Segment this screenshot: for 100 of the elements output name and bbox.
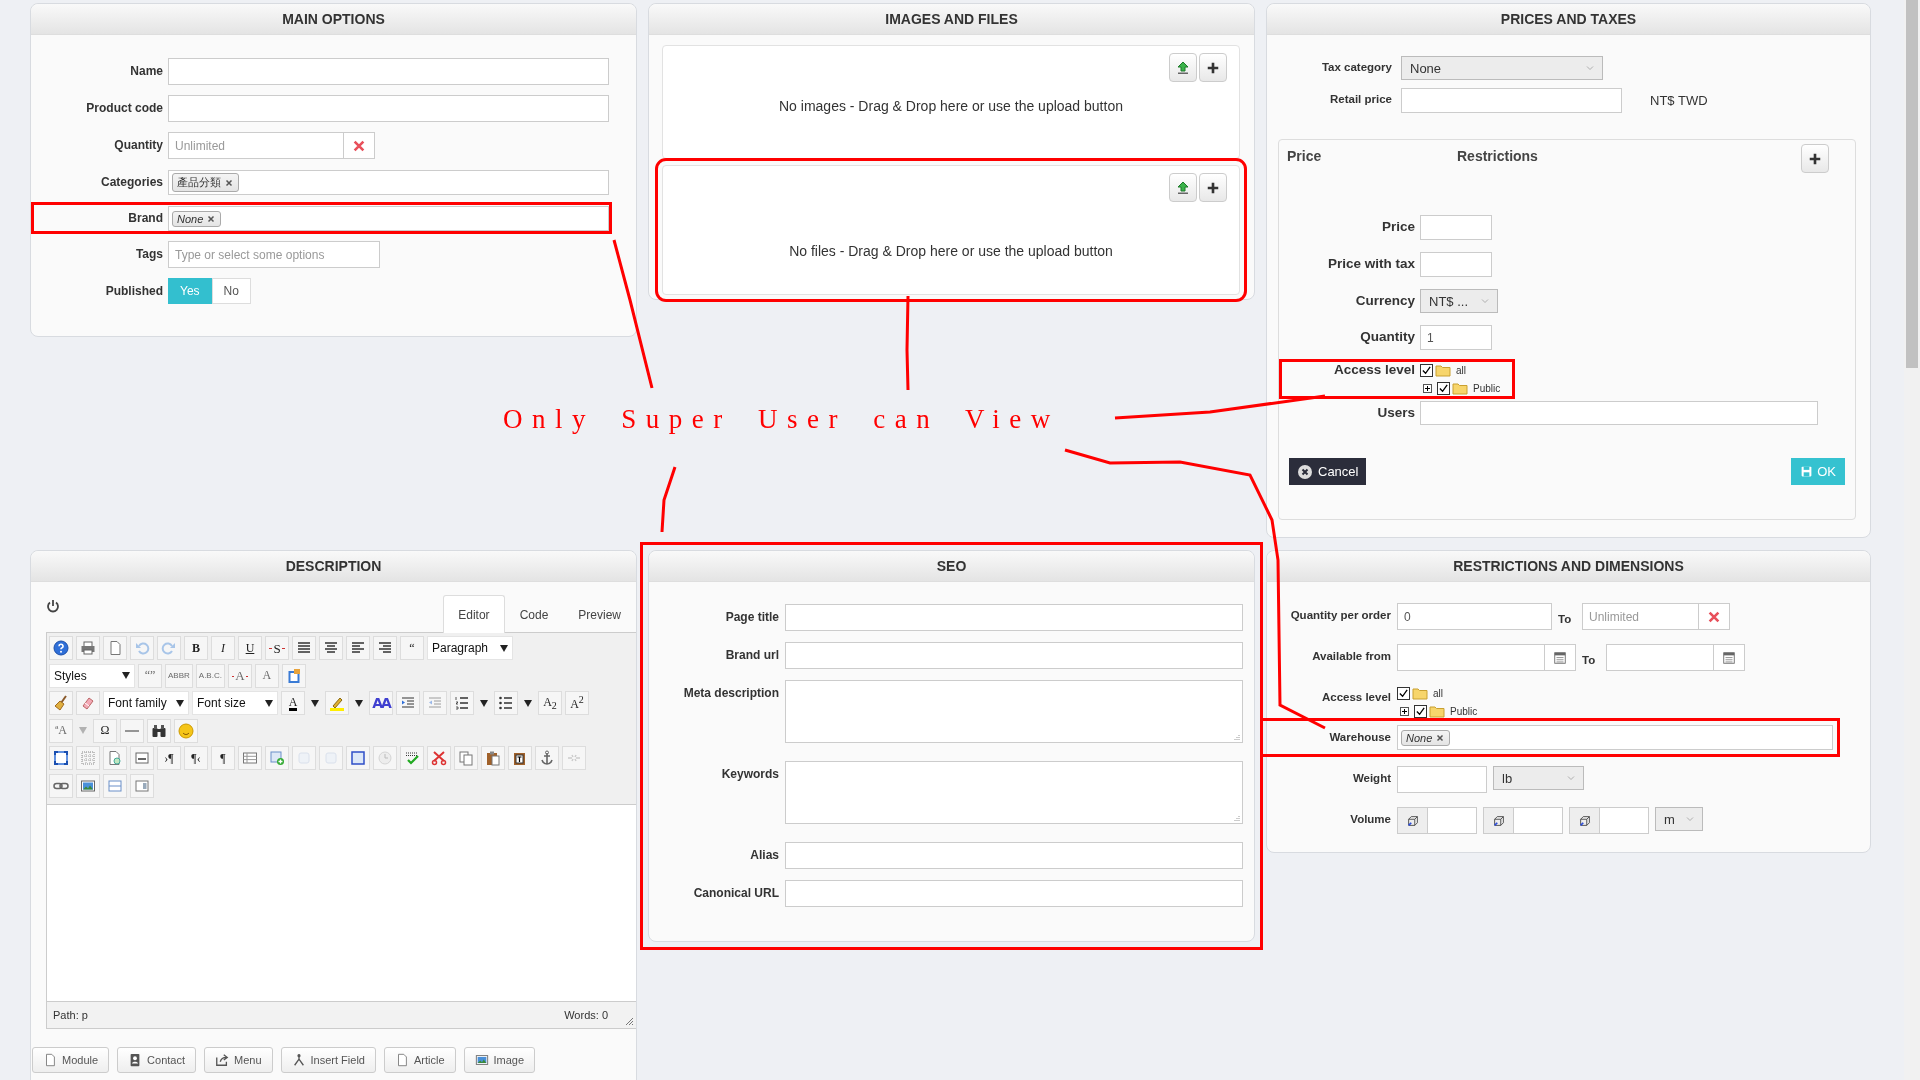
toolbar-button[interactable] — [494, 691, 518, 715]
editor-tab[interactable]: Code — [504, 595, 564, 633]
insert-button[interactable]: Article — [383, 1047, 456, 1073]
toolbar-button[interactable]: A — [281, 691, 305, 715]
checkbox[interactable] — [1420, 363, 1433, 377]
insert-button[interactable]: Contact — [117, 1047, 196, 1073]
tag-chip[interactable]: 產品分類 — [172, 173, 239, 192]
tag-field[interactable]: None — [1397, 725, 1833, 750]
text-field[interactable] — [168, 58, 609, 85]
toolbar-button[interactable] — [130, 746, 154, 770]
text-field[interactable] — [785, 880, 1243, 907]
toolbar-button[interactable]: ¶ — [211, 746, 235, 770]
clear-button[interactable] — [1699, 603, 1730, 630]
users-field[interactable] — [1420, 401, 1818, 425]
insert-button[interactable]: Image — [463, 1047, 536, 1073]
add-button[interactable] — [1199, 173, 1227, 202]
text-field[interactable] — [1420, 215, 1492, 240]
toolbar-button[interactable]: I — [211, 636, 235, 660]
tree-label[interactable]: Public — [1450, 705, 1478, 717]
toolbar-button[interactable]: “ — [400, 636, 424, 660]
text-field[interactable] — [168, 95, 609, 122]
tags-field[interactable]: Type or select some options — [168, 241, 380, 268]
toolbar-button[interactable]: Ω — [93, 718, 117, 743]
text-field[interactable] — [785, 642, 1243, 669]
insert-button[interactable]: Menu — [204, 1047, 273, 1073]
date-field[interactable] — [1397, 644, 1545, 671]
toolbar-button[interactable] — [147, 718, 171, 743]
toolbar-button[interactable] — [49, 636, 73, 660]
upload-button[interactable] — [1169, 53, 1197, 82]
tree-label[interactable]: all — [1433, 687, 1443, 699]
checkbox[interactable] — [1437, 381, 1450, 395]
editor-tab[interactable]: Editor — [443, 595, 505, 633]
checkbox[interactable] — [1414, 704, 1427, 718]
field-label: Page title — [724, 609, 779, 626]
unit-select[interactable]: m — [1655, 807, 1703, 831]
tag-field[interactable]: 產品分類 — [168, 170, 609, 195]
toggle-option[interactable]: No — [211, 278, 251, 304]
toolbar-button[interactable]: A$^{2}$ — [565, 691, 589, 715]
unit-select[interactable]: lb — [1493, 766, 1584, 790]
checkbox[interactable] — [1397, 686, 1410, 700]
insert-button[interactable]: Module — [32, 1047, 110, 1073]
text-field[interactable] — [1420, 252, 1492, 277]
min-quantity-field[interactable]: 0 — [1397, 603, 1552, 630]
max-quantity-field[interactable]: Unlimited — [1582, 603, 1699, 630]
expand-icon[interactable] — [1400, 706, 1409, 716]
add-button[interactable] — [1801, 144, 1829, 173]
date-field[interactable] — [1606, 644, 1714, 671]
page-preview-icon — [107, 750, 123, 766]
toolbar-button[interactable]: ›¶ — [157, 746, 181, 770]
tree-label[interactable]: Public — [1473, 382, 1501, 394]
drop-zone[interactable]: No images - Drag & Drop here or use the upload button — [662, 45, 1240, 159]
text-field[interactable] — [785, 604, 1243, 631]
toolbar-button[interactable]: A$_{2}$ — [538, 691, 562, 715]
resize-grip-icon[interactable] — [1234, 815, 1240, 821]
resize-handle-icon[interactable] — [624, 1016, 634, 1026]
tax-category-select[interactable]: None — [1401, 56, 1603, 80]
retail-price-field[interactable] — [1401, 88, 1622, 113]
tag-chip[interactable]: None — [172, 210, 222, 227]
format-select[interactable]: Styles — [49, 663, 135, 688]
calendar-button[interactable] — [1545, 644, 1576, 671]
editor-tab[interactable]: Preview — [563, 595, 636, 633]
toolbar-button[interactable] — [373, 636, 397, 660]
toggle-editor-button[interactable] — [45, 598, 61, 614]
format-select[interactable]: Font family — [103, 691, 189, 715]
calendar-button[interactable] — [1714, 644, 1745, 671]
toolbar-button[interactable]: AA — [369, 691, 393, 715]
toolbar-button[interactable] — [508, 746, 532, 770]
toolbar-button[interactable]: U — [238, 636, 262, 660]
toolbar-button[interactable] — [49, 746, 73, 770]
text-field[interactable] — [785, 842, 1243, 869]
cube-icon — [1491, 813, 1506, 828]
tree-label[interactable]: all — [1456, 364, 1466, 376]
toolbar-button[interactable] — [49, 773, 73, 798]
quantity-field[interactable]: Unlimited — [168, 132, 344, 159]
tag-field[interactable]: None — [168, 206, 609, 231]
toolbar-button[interactable] — [292, 636, 316, 660]
toolbar-button[interactable]: ¶‹ — [184, 746, 208, 770]
tag-chip[interactable]: None — [1401, 729, 1451, 746]
format-select[interactable]: Paragraph — [427, 636, 513, 660]
currency-select[interactable]: NT$ ... — [1420, 289, 1498, 313]
text-field[interactable]: 1 — [1420, 325, 1492, 350]
toolbar-button[interactable] — [319, 636, 343, 660]
dimension-field[interactable] — [1599, 807, 1649, 834]
insert-button[interactable]: Insert Field — [280, 1047, 376, 1073]
clear-button[interactable] — [344, 132, 375, 159]
add-button[interactable] — [1199, 53, 1227, 82]
weight-field[interactable] — [1397, 766, 1487, 793]
cancel-button[interactable]: Cancel — [1289, 458, 1367, 485]
toolbar-button[interactable]: B — [184, 636, 208, 660]
upload-button[interactable] — [1169, 173, 1197, 202]
close-icon — [1707, 609, 1721, 624]
toolbar-button[interactable]: S — [265, 636, 289, 660]
toolbar-button[interactable] — [450, 691, 474, 715]
format-select[interactable]: Font size — [192, 691, 278, 715]
expand-icon[interactable] — [1423, 383, 1432, 393]
dimension-field[interactable] — [1427, 807, 1477, 834]
toolbar-button[interactable] — [76, 773, 100, 798]
toolbar-button[interactable] — [346, 636, 370, 660]
dimension-field[interactable] — [1513, 807, 1563, 834]
resize-grip-icon[interactable] — [1234, 734, 1240, 740]
